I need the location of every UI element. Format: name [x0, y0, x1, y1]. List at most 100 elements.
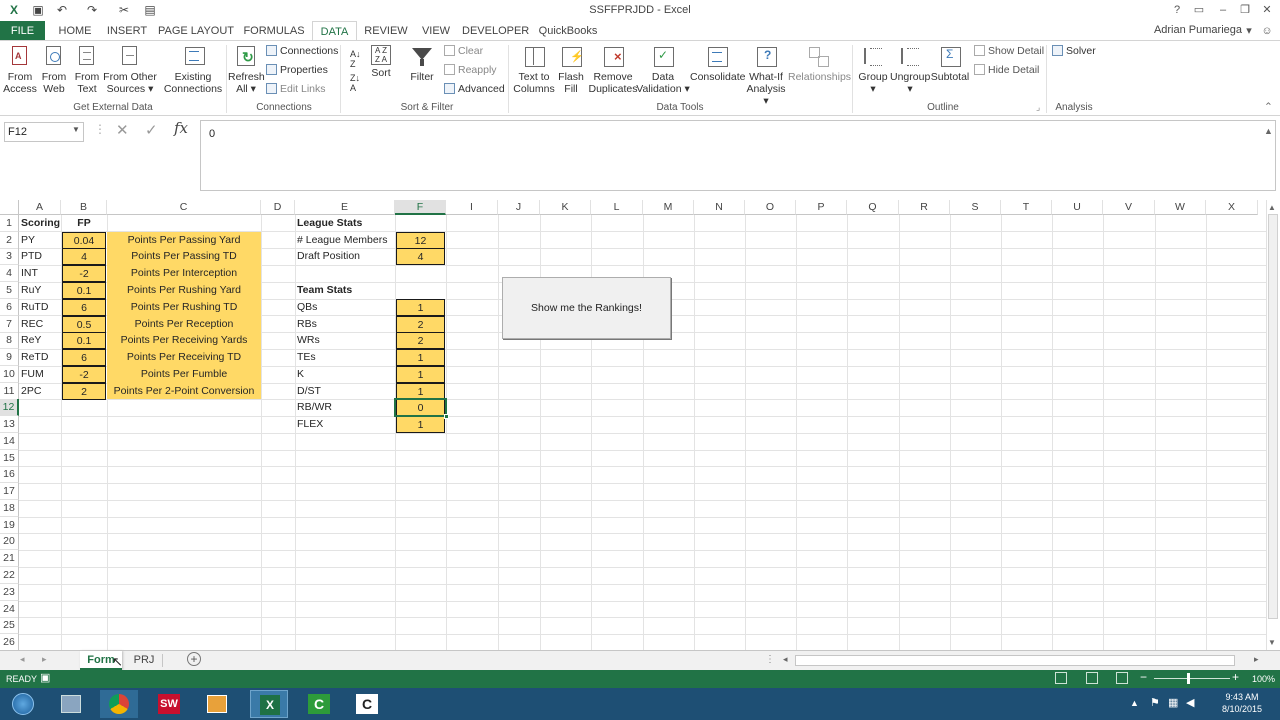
- tab-page-layout[interactable]: PAGE LAYOUT: [158, 21, 234, 41]
- row-header[interactable]: 22: [0, 567, 19, 584]
- select-all-corner[interactable]: [0, 200, 19, 215]
- column-header-r[interactable]: R: [899, 200, 950, 215]
- tray-arrow-icon[interactable]: ▲: [1130, 698, 1139, 708]
- cell-a4[interactable]: INT: [21, 265, 61, 282]
- tab-home[interactable]: HOME: [52, 21, 98, 41]
- row-header[interactable]: 24: [0, 601, 19, 618]
- column-header-e[interactable]: E: [295, 200, 395, 215]
- tab-developer[interactable]: DEVELOPER: [462, 21, 529, 41]
- sort-z-a-button[interactable]: Z↓ A: [350, 73, 360, 93]
- show-rankings-button[interactable]: Show me the Rankings!: [502, 277, 671, 339]
- zoom-out-icon[interactable]: −: [1140, 670, 1147, 684]
- row-header[interactable]: 20: [0, 533, 19, 550]
- cell-a2[interactable]: PY: [21, 232, 61, 249]
- cell-e3[interactable]: Draft Position: [297, 248, 395, 265]
- cell-c3[interactable]: Points Per Passing TD: [107, 248, 261, 265]
- row-header[interactable]: 7: [0, 316, 19, 333]
- page-layout-view-icon[interactable]: [1086, 672, 1098, 684]
- filter-button[interactable]: Filter: [404, 45, 440, 83]
- column-header-p[interactable]: P: [796, 200, 847, 215]
- column-header-d[interactable]: D: [261, 200, 295, 215]
- row-header[interactable]: 18: [0, 500, 19, 517]
- close-icon[interactable]: ✕: [1258, 2, 1276, 18]
- cell-b10[interactable]: -2: [62, 366, 106, 383]
- row-header[interactable]: 12: [0, 399, 19, 416]
- sort-a-z-button[interactable]: A↓ Z: [350, 49, 361, 69]
- cell-b2[interactable]: 0.04: [62, 232, 106, 249]
- column-header-v[interactable]: V: [1103, 200, 1155, 215]
- taskbar-app-solidworks[interactable]: SW: [150, 690, 188, 718]
- cell-e13[interactable]: FLEX: [297, 416, 395, 433]
- column-header-m[interactable]: M: [643, 200, 694, 215]
- cell-e2[interactable]: # League Members: [297, 232, 395, 249]
- horizontal-scroll-thumb[interactable]: [795, 655, 1235, 666]
- tray-network-icon[interactable]: ▦: [1168, 696, 1178, 709]
- user-avatar-icon[interactable]: ☺: [1258, 23, 1276, 39]
- cell-c5[interactable]: Points Per Rushing Yard: [107, 282, 261, 299]
- taskbar-app-media[interactable]: [198, 690, 236, 718]
- row-header[interactable]: 13: [0, 416, 19, 433]
- properties-button[interactable]: Properties: [266, 64, 328, 76]
- confirm-entry-icon[interactable]: ✓: [145, 121, 158, 139]
- ribbon-display-icon[interactable]: ▭: [1190, 2, 1208, 18]
- insert-function-icon[interactable]: fx: [174, 119, 188, 137]
- advanced-button[interactable]: Advanced: [444, 83, 505, 95]
- tab-insert[interactable]: INSERT: [104, 21, 150, 41]
- column-header-l[interactable]: L: [591, 200, 643, 215]
- row-header[interactable]: 9: [0, 349, 19, 366]
- row-header[interactable]: 11: [0, 383, 19, 400]
- tray-clock[interactable]: 9:43 AM 8/10/2015: [1214, 691, 1270, 715]
- vertical-scroll-thumb[interactable]: [1268, 214, 1278, 619]
- tab-quickbooks[interactable]: QuickBooks: [536, 21, 600, 41]
- cell-c9[interactable]: Points Per Receiving TD: [107, 349, 261, 366]
- row-header[interactable]: 6: [0, 299, 19, 316]
- cell-a10[interactable]: FUM: [21, 366, 61, 383]
- zoom-slider[interactable]: [1154, 678, 1230, 679]
- row-header[interactable]: 10: [0, 366, 19, 383]
- cell-b9[interactable]: 6: [62, 349, 106, 366]
- user-name[interactable]: Adrian Pumariega: [1154, 24, 1242, 36]
- sheet-scroll-left-icon[interactable]: ◂: [20, 654, 25, 665]
- restore-icon[interactable]: ❐: [1236, 2, 1254, 18]
- normal-view-icon[interactable]: [1055, 672, 1067, 684]
- outline-dialog-launcher-icon[interactable]: ⌟: [1036, 101, 1040, 113]
- cell-e12[interactable]: RB/WR: [297, 399, 395, 416]
- cell-a9[interactable]: ReTD: [21, 349, 61, 366]
- from-text-button[interactable]: From Text: [71, 45, 103, 95]
- solver-button[interactable]: Solver: [1052, 45, 1096, 57]
- scroll-up-icon[interactable]: ▲: [1268, 203, 1276, 212]
- flash-fill-button[interactable]: Flash Fill: [556, 45, 586, 95]
- ungroup-button[interactable]: Ungroup ▾: [890, 45, 930, 95]
- row-header[interactable]: 14: [0, 433, 19, 450]
- cell-f8[interactable]: 2: [396, 332, 445, 349]
- hscroll-left-icon[interactable]: ◂: [783, 654, 788, 665]
- macro-record-icon[interactable]: ▣: [40, 671, 50, 684]
- taskbar-app-tools[interactable]: [52, 690, 90, 718]
- from-web-button[interactable]: From Web: [38, 45, 70, 95]
- row-header[interactable]: 25: [0, 617, 19, 634]
- zoom-slider-thumb[interactable]: [1187, 673, 1190, 684]
- row-header[interactable]: 16: [0, 466, 19, 483]
- cell-b11[interactable]: 2: [62, 383, 106, 400]
- cell-f6[interactable]: 1: [396, 299, 445, 316]
- cell-f2[interactable]: 12: [396, 232, 445, 249]
- column-header-u[interactable]: U: [1052, 200, 1103, 215]
- row-header[interactable]: 3: [0, 248, 19, 265]
- cell-e11[interactable]: D/ST: [297, 383, 395, 400]
- subtotal-button[interactable]: Subtotal: [930, 45, 970, 83]
- consolidate-button[interactable]: Consolidate: [690, 45, 745, 83]
- cell-e10[interactable]: K: [297, 366, 395, 383]
- cell-e8[interactable]: WRs: [297, 332, 395, 349]
- column-header-a[interactable]: A: [19, 200, 61, 215]
- cell-e1[interactable]: League Stats: [297, 215, 395, 232]
- reapply-button[interactable]: Reapply: [444, 64, 497, 76]
- cell-a7[interactable]: REC: [21, 316, 61, 333]
- edit-links-button[interactable]: Edit Links: [266, 83, 326, 95]
- text-to-columns-button[interactable]: Text to Columns: [512, 45, 556, 95]
- existing-connections-button[interactable]: Existing Connections: [160, 45, 226, 95]
- scroll-down-icon[interactable]: ▼: [1268, 638, 1276, 647]
- column-header-c[interactable]: C: [107, 200, 261, 215]
- row-header[interactable]: 26: [0, 634, 19, 651]
- taskbar-app-chrome[interactable]: [100, 690, 138, 718]
- cell-a3[interactable]: PTD: [21, 248, 61, 265]
